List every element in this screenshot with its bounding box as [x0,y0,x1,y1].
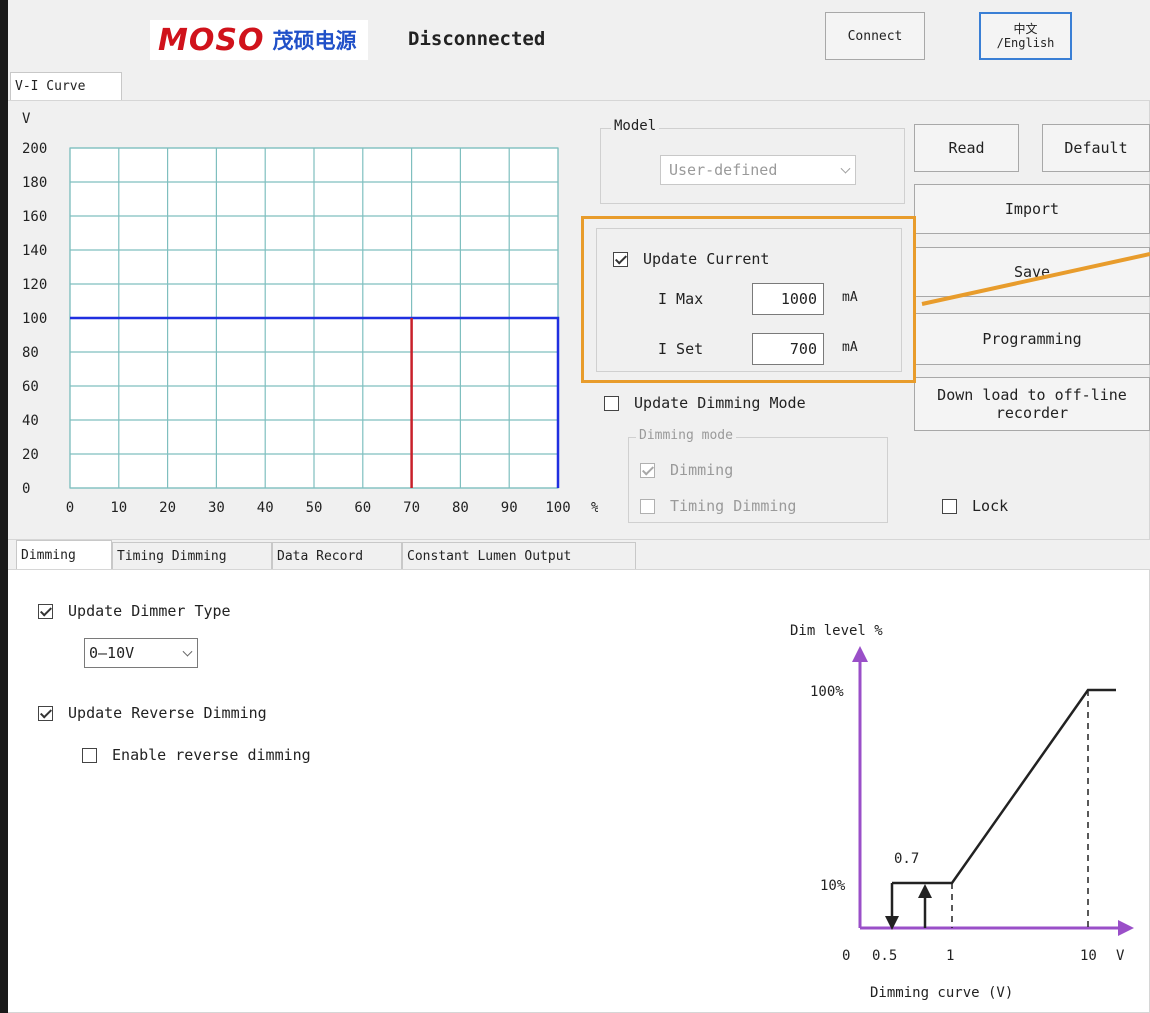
tab-dimming-label: Dimming [21,548,76,563]
chevron-down-icon [840,163,851,174]
read-button[interactable]: Read [914,124,1019,172]
update-dimming-mode-checkbox[interactable] [604,396,619,411]
dim-curve-y-100: 100% [810,684,844,700]
vi-y-tick-label: 140 [22,243,47,259]
update-reverse-dimming-label: Update Reverse Dimming [68,704,267,722]
vi-y-tick-label: 120 [22,277,47,293]
chevron-down-icon [182,646,193,657]
download-label-line2: recorder [995,404,1069,422]
dim-curve-x-1: 1 [946,948,954,964]
download-button[interactable]: Down load to off-line recorder [914,377,1150,431]
dim-curve-y-arrow-icon [852,646,868,662]
dim-curve-x-unit: V [1116,948,1125,964]
tab-timing-dimming[interactable]: Timing Dimming [112,542,272,570]
timing-dimming-option[interactable]: Timing Dimming [640,497,796,515]
highlight-pointer [921,252,1150,306]
tab-data-record[interactable]: Data Record [272,542,402,570]
enable-reverse-dimming-checkbox[interactable] [82,748,97,763]
update-reverse-dimming-checkbox[interactable] [38,706,53,721]
tab-data-record-label: Data Record [277,549,364,564]
vi-x-tick-label: 90 [501,500,518,516]
dimming-curve-diagram: Dim level % 100% 10% 0 0.5 1 10 V Dimmin… [790,623,1134,1001]
dimming-mode-group-label: Dimming mode [636,428,736,443]
vi-chart: V 200180160140120100806040200 0 10 20 30 40 5… [22,111,598,516]
language-label-cn: 中文 [1013,22,1038,36]
vi-y-unit: V [22,111,31,127]
programming-button[interactable]: Programming [914,313,1150,365]
update-dimming-mode-row[interactable]: Update Dimming Mode [604,394,806,412]
vi-y-ticks: 200180160140120100806040200 [22,141,47,497]
dim-curve-x-05: 0.5 [872,948,897,964]
lock-checkbox[interactable] [942,499,957,514]
vi-y-tick-label: 180 [22,175,47,191]
vi-x-tick-label: 50 [306,500,323,516]
enable-reverse-dimming-row[interactable]: Enable reverse dimming [82,746,311,764]
enable-reverse-dimming-label: Enable reverse dimming [112,746,311,764]
tab-timing-dimming-label: Timing Dimming [117,549,227,564]
tab-dimming[interactable]: Dimming [16,540,112,570]
dimming-checkbox[interactable] [640,463,655,478]
moso-logo: MOSO 茂硕电源 [150,20,368,60]
update-dimming-mode-label: Update Dimming Mode [634,394,806,412]
dimmer-type-select[interactable]: 0—10V [84,638,198,668]
dim-curve-x-arrow-icon [1118,920,1134,936]
tab-constant-lumen-output-label: Constant Lumen Output [407,549,572,564]
lock-label: Lock [972,497,1009,515]
dimmer-type-value: 0—10V [89,644,135,662]
vi-x-tick-label: 10 [110,500,127,516]
update-reverse-dimming-row[interactable]: Update Reverse Dimming [38,704,267,722]
dimming-option-label: Dimming [670,461,734,479]
dim-curve-x-0: 0 [842,948,850,964]
vi-y-tick-label: 200 [22,141,47,157]
connection-status: Disconnected [408,28,546,50]
dim-curve-annotation: 0.7 [894,851,919,867]
vi-x-tick-label: 60 [354,500,371,516]
vi-x-tick-label: 30 [208,500,225,516]
tab-vi-curve-label: V-I Curve [15,79,86,94]
language-button[interactable]: 中文 /English [979,12,1072,60]
brand-name-cn: 茂硕电源 [272,29,357,53]
update-dimmer-type-label: Update Dimmer Type [68,602,231,620]
vi-y-tick-label: 60 [22,379,39,395]
tab-constant-lumen-output[interactable]: Constant Lumen Output [402,542,636,570]
dimming-option[interactable]: Dimming [640,461,733,479]
dim-curve-y-10: 10% [820,878,846,894]
dim-curve-y-title: Dim level % [790,623,883,639]
vi-x-tick-label: 40 [257,500,274,516]
brand-name: MOSO [158,22,265,58]
vi-x-ticks: 0 10 20 30 40 50 60 70 80 90 100 [66,500,571,516]
vi-y-tick-label: 0 [22,481,30,497]
vi-x-unit: % [591,500,598,516]
connect-button[interactable]: Connect [825,12,925,60]
app-window: MOSO 茂硕电源 Disconnected Connect 中文 /Engli… [8,0,1150,1013]
vi-y-tick-label: 40 [22,413,39,429]
dim-curve-x-title: Dimming curve (V) [870,985,1013,1001]
tab-vi-curve[interactable]: V-I Curve [10,72,122,100]
default-button[interactable]: Default [1042,124,1150,172]
dim-curve-up-arrow-icon [918,884,932,898]
dim-curve-x-10: 10 [1080,948,1097,964]
vi-x-tick-label: 100 [545,500,570,516]
vi-y-tick-label: 100 [22,311,47,327]
language-label-en: /English [996,36,1055,50]
vi-x-tick-label: 20 [159,500,176,516]
vi-y-tick-label: 20 [22,447,39,463]
vi-y-tick-label: 80 [22,345,39,361]
vi-x-tick-label: 80 [452,500,469,516]
vi-y-tick-label: 160 [22,209,47,225]
timing-dimming-option-label: Timing Dimming [670,497,797,515]
vi-x-tick-label: 70 [403,500,420,516]
update-dimmer-type-checkbox[interactable] [38,604,53,619]
model-value: User-defined [669,161,778,179]
model-label: Model [611,118,660,134]
lock-row[interactable]: Lock [942,497,1008,515]
vi-x-tick-label: 0 [66,500,74,516]
update-dimmer-type-row[interactable]: Update Dimmer Type [38,602,231,620]
timing-dimming-checkbox[interactable] [640,499,655,514]
download-label-line1: Down load to off-line [937,386,1127,404]
highlight-box [581,216,916,383]
model-select[interactable]: User-defined [660,155,856,185]
import-button[interactable]: Import [914,184,1150,234]
dim-curve-line [892,688,1116,885]
